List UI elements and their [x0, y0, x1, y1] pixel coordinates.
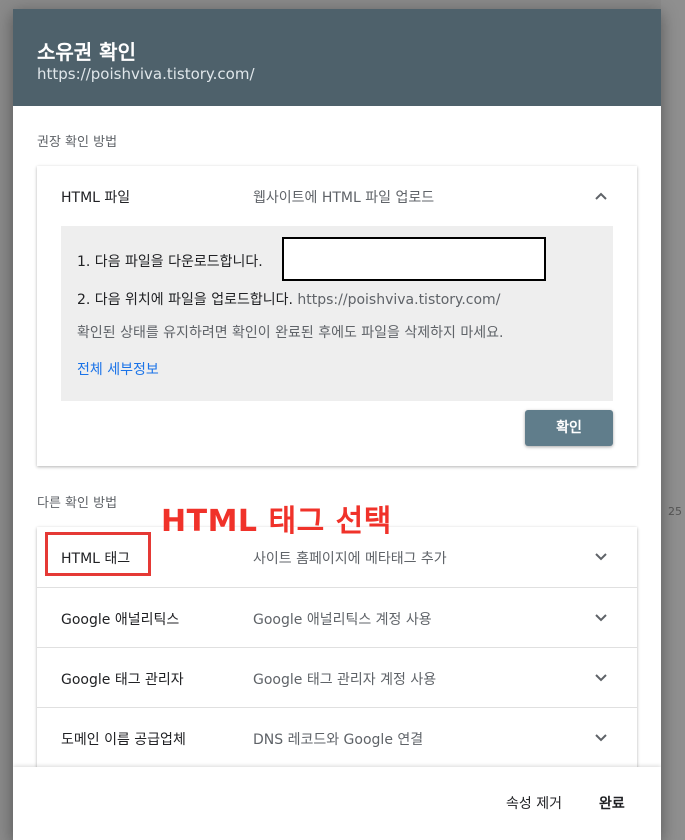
- remove-property-button[interactable]: 속성 제거: [506, 793, 562, 813]
- chevron-down-icon[interactable]: [593, 730, 609, 746]
- step-download: 1. 다음 파일을 다운로드합니다.: [77, 254, 263, 270]
- upload-location-url: https://poishviva.tistory.com/: [297, 292, 501, 308]
- background-strip: [661, 0, 685, 840]
- dialog-footer: 속성 제거 완료: [13, 767, 661, 840]
- method-description: Google 태그 관리자 계정 사용: [253, 672, 437, 688]
- chevron-down-icon[interactable]: [593, 549, 609, 565]
- method-description: DNS 레코드와 Google 연결: [253, 732, 424, 748]
- annotation-highlight-box: [45, 532, 151, 576]
- method-name[interactable]: HTML 파일: [61, 187, 130, 207]
- instructions-panel: 1. 다음 파일을 다운로드합니다. 2. 다음 위치에 파일을 업로드합니다.…: [61, 226, 613, 401]
- method-description: Google 애널리틱스 계정 사용: [253, 612, 432, 628]
- chevron-down-icon[interactable]: [593, 670, 609, 686]
- full-details-link[interactable]: 전체 세부정보: [77, 359, 159, 379]
- dialog-header: 소유권 확인 https://poishviva.tistory.com/: [13, 9, 661, 106]
- ownership-verification-dialog: 소유권 확인 https://poishviva.tistory.com/ 권장…: [13, 9, 661, 840]
- keep-file-note: 확인된 상태를 유지하려면 확인이 완료된 후에도 파일을 삭제하지 마세요.: [77, 325, 504, 341]
- method-name: 도메인 이름 공급업체: [61, 732, 186, 748]
- method-row-google-tag-manager[interactable]: Google 태그 관리자 Google 태그 관리자 계정 사용: [37, 647, 637, 708]
- step-upload-text: 2. 다음 위치에 파일을 업로드합니다.: [77, 292, 293, 308]
- chevron-down-icon[interactable]: [593, 610, 609, 626]
- method-name: Google 애널리틱스: [61, 612, 180, 628]
- done-button[interactable]: 완료: [599, 793, 625, 813]
- dialog-title: 소유권 확인: [37, 40, 136, 64]
- method-description: 웹사이트에 HTML 파일 업로드: [253, 190, 435, 206]
- chevron-up-icon[interactable]: [593, 188, 609, 204]
- annotation-label: HTML 태그 선택: [161, 504, 392, 539]
- method-row-domain-provider[interactable]: 도메인 이름 공급업체 DNS 레코드와 Google 연결: [37, 707, 637, 768]
- background-value: 25: [668, 505, 682, 518]
- download-file-link-redacted[interactable]: [282, 237, 546, 281]
- recommended-section-label: 권장 확인 방법: [37, 135, 118, 150]
- html-file-card: HTML 파일 웹사이트에 HTML 파일 업로드 1. 다음 파일을 다운로드…: [37, 166, 637, 466]
- other-methods-section-label: 다른 확인 방법: [37, 496, 118, 511]
- method-name: Google 태그 관리자: [61, 672, 184, 688]
- method-row-google-analytics[interactable]: Google 애널리틱스 Google 애널리틱스 계정 사용: [37, 587, 637, 648]
- step-upload: 2. 다음 위치에 파일을 업로드합니다. https://poishviva.…: [77, 289, 500, 309]
- verify-button[interactable]: 확인: [525, 410, 613, 446]
- property-url: https://poishviva.tistory.com/: [37, 65, 255, 83]
- method-description: 사이트 홈페이지에 메타태그 추가: [253, 551, 447, 567]
